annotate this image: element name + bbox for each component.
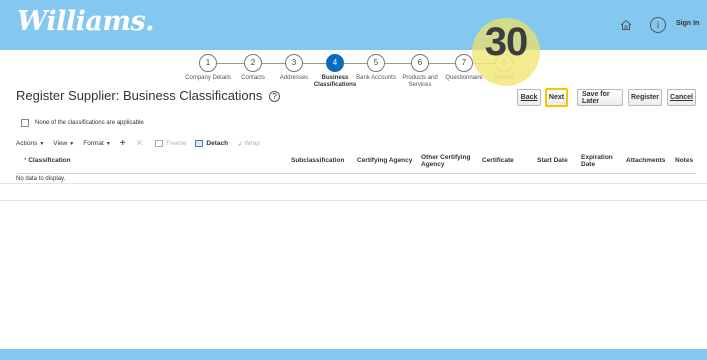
- train-stop-number: 5: [367, 54, 385, 72]
- cancel-button-label: Cancel: [670, 94, 693, 101]
- none-applicable-row: None of the classifications are applicab…: [21, 119, 144, 127]
- info-icon[interactable]: i: [650, 17, 666, 33]
- next-button[interactable]: Next: [545, 88, 568, 107]
- train-stop-number: 4: [326, 54, 344, 72]
- caret-down-icon: ▼: [69, 140, 75, 147]
- view-menu[interactable]: View ▼: [53, 140, 74, 147]
- column-classification[interactable]: * Classification: [24, 157, 71, 164]
- column-subclassification[interactable]: Subclassification: [291, 157, 344, 164]
- actions-menu-label: Actions: [16, 140, 38, 147]
- detach-icon: [195, 140, 204, 147]
- page-title: Register Supplier: Business Classificati…: [16, 88, 281, 103]
- view-menu-label: View: [53, 140, 68, 147]
- table-toolbar: Actions ▼ View ▼ Format ▼ + ✕ Freeze Det…: [16, 138, 269, 149]
- wrap-button[interactable]: ↲ Wrap: [237, 140, 260, 148]
- format-menu[interactable]: Format ▼: [83, 140, 111, 147]
- column-classification-label: Classification: [28, 157, 71, 164]
- app-footer: [0, 349, 707, 360]
- help-icon[interactable]: ?: [269, 91, 281, 102]
- empty-table-message: No data to display.: [16, 176, 66, 182]
- freeze-button[interactable]: Freeze: [155, 140, 186, 147]
- williams-logo[interactable]: Williams.: [17, 6, 155, 37]
- back-button[interactable]: Back: [517, 89, 541, 106]
- save-for-later-button[interactable]: Save for Later: [577, 89, 623, 106]
- step-badge-number: 30: [484, 20, 529, 64]
- delete-row-icon[interactable]: ✕: [136, 138, 144, 149]
- train-stop-number: 3: [285, 54, 303, 72]
- required-marker: *: [24, 157, 27, 164]
- register-button[interactable]: Register: [628, 89, 662, 106]
- divider: [0, 183, 707, 184]
- caret-down-icon: ▼: [105, 140, 111, 147]
- detach-button[interactable]: Detach: [195, 140, 228, 147]
- train-stop-number: 7: [455, 54, 473, 72]
- column-attachments[interactable]: Attachments: [626, 157, 665, 164]
- actions-menu[interactable]: Actions ▼: [16, 140, 44, 147]
- column-start-date[interactable]: Start Date: [537, 157, 568, 164]
- column-certificate[interactable]: Certificate: [482, 157, 514, 164]
- freeze-icon: [155, 140, 164, 147]
- caret-down-icon: ▼: [39, 140, 45, 147]
- train-stop-number: 2: [244, 54, 262, 72]
- supplier-registration-page: Williams. i Sign In 1 Company Details 2 …: [0, 0, 707, 360]
- column-certifying-agency[interactable]: Certifying Agency: [357, 157, 412, 164]
- train-stop-number: 6: [411, 54, 429, 72]
- freeze-label: Freeze: [166, 140, 187, 147]
- home-icon[interactable]: [618, 17, 634, 33]
- table-header: * Classification Subclassification Certi…: [16, 150, 696, 174]
- back-button-label: Back: [520, 94, 538, 101]
- next-button-label: Next: [548, 94, 565, 101]
- cancel-button[interactable]: Cancel: [667, 89, 696, 106]
- detach-label: Detach: [206, 140, 229, 147]
- train-stop-number: 1: [199, 54, 217, 72]
- wrap-label: Wrap: [244, 140, 260, 147]
- none-applicable-label: None of the classifications are applicab…: [35, 120, 144, 126]
- add-row-icon[interactable]: +: [120, 138, 126, 149]
- column-other-certifying-agency[interactable]: Other Certifying Agency: [421, 154, 477, 168]
- none-applicable-checkbox[interactable]: [21, 119, 29, 127]
- format-menu-label: Format: [83, 140, 104, 147]
- divider: [0, 200, 707, 201]
- save-for-later-label: Save for Later: [582, 90, 610, 105]
- sign-in-link[interactable]: Sign In: [676, 20, 699, 27]
- register-button-label: Register: [631, 94, 660, 101]
- wrap-icon: ↲: [237, 140, 243, 148]
- column-expiration-date[interactable]: Expiration Date: [581, 154, 621, 168]
- app-header: Williams. i Sign In: [0, 0, 707, 50]
- column-notes[interactable]: Notes: [675, 157, 693, 164]
- page-title-text: Register Supplier: Business Classificati…: [16, 88, 263, 103]
